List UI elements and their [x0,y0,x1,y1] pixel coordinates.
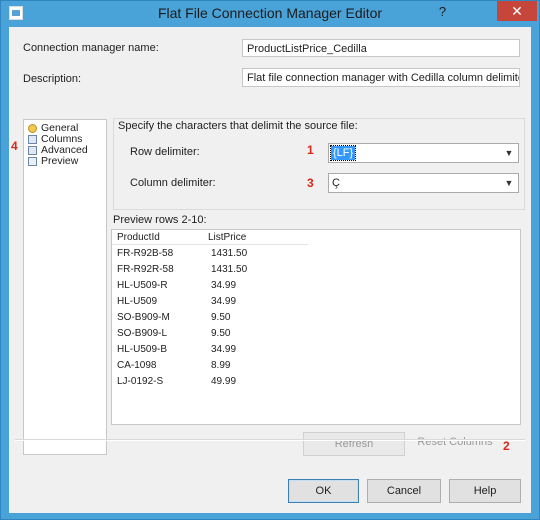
help-title-button[interactable]: ? [429,1,456,21]
nav-panel: General Columns Advanced Preview [23,119,107,455]
product-id-cell: HL-U509 [117,296,158,307]
reset-columns-button[interactable]: Reset Columns [409,430,501,454]
product-id-cell: LJ-0192-S [117,376,164,387]
product-id-cell: CA-1098 [117,360,157,371]
preview-grid[interactable]: ProductId ListPrice FR-R92B-58 1431.50 F… [111,229,521,425]
list-price-cell: 34.99 [211,344,237,355]
close-button[interactable]: ✕ [497,1,537,21]
help-icon: ? [438,3,447,19]
general-icon [28,123,37,133]
delimiter-group [113,118,525,210]
table-row: HL-U509-B 34.99 [112,342,308,358]
list-price-cell: 9.50 [211,328,231,339]
column-delimiter-label: Column delimiter: [130,177,216,189]
window-title: Flat File Connection Manager Editor [157,5,383,21]
column-header: ListPrice [208,232,247,243]
product-id-cell: SO-B909-L [117,328,168,339]
list-price-cell: 34.99 [211,280,237,291]
column-delimiter-value: Ç [332,177,340,189]
description-input[interactable]: Flat file connection manager with Cedill… [242,68,520,87]
list-price-cell: 34.99 [211,296,237,307]
nav-item-preview[interactable]: Preview [28,155,78,167]
table-row: CA-1098 8.99 [112,358,308,374]
list-price-cell: 1431.50 [211,248,248,259]
row-delimiter-select[interactable]: {LF} ▼ [328,143,519,163]
nav-item-label: Preview [41,155,79,167]
annotation-3: 3 [307,176,314,190]
table-row: FR-R92B-58 1431.50 [112,246,308,262]
product-id-cell: HL-U509-R [117,280,168,291]
divider [15,439,525,441]
table-row: SO-B909-L 9.50 [112,326,308,342]
annotation-4: 4 [11,139,18,153]
list-price-cell: 49.99 [211,376,237,387]
column-delimiter-select[interactable]: Ç ▼ [328,173,519,193]
table-row: HL-U509 34.99 [112,294,308,310]
table-row: FR-R92R-58 1431.50 [112,262,308,278]
help-button[interactable]: Help [449,479,521,503]
preview-icon [28,156,37,166]
advanced-icon [28,145,37,155]
product-id-cell: FR-R92B-58 [117,248,174,259]
product-id-cell: SO-B909-M [117,312,170,323]
table-row: LJ-0192-S 49.99 [112,374,308,390]
annotation-1: 1 [307,143,314,157]
connection-name-input[interactable]: ProductListPrice_Cedilla [242,39,520,57]
title-bar[interactable]: Flat File Connection Manager Editor ? ✕ [1,1,539,27]
dialog-client-area: Connection manager name: ProductListPric… [9,27,531,513]
columns-icon [28,134,37,144]
close-icon: ✕ [511,2,523,19]
annotation-2: 2 [503,439,510,453]
column-header: ProductId [117,232,160,243]
list-price-cell: 1431.50 [211,264,248,275]
ok-button[interactable]: OK [288,479,359,503]
connection-name-label: Connection manager name: [23,42,159,54]
chevron-down-icon: ▼ [504,178,514,188]
refresh-button[interactable]: Refresh [303,432,405,456]
grid-header-row: ProductId ListPrice [112,230,308,245]
cancel-button[interactable]: Cancel [367,479,441,503]
description-label: Description: [23,73,82,85]
row-delimiter-value: {LF} [329,145,357,161]
row-delimiter-label: Row delimiter: [130,146,200,158]
dialog-window: Flat File Connection Manager Editor ? ✕ … [0,0,540,520]
table-row: HL-U509-R 34.99 [112,278,308,294]
product-id-cell: HL-U509-B [117,344,168,355]
table-row: SO-B909-M 9.50 [112,310,308,326]
preview-label: Preview rows 2-10: [113,214,207,226]
chevron-down-icon: ▼ [504,148,514,158]
list-price-cell: 8.99 [211,360,231,371]
list-price-cell: 9.50 [211,312,231,323]
product-id-cell: FR-R92R-58 [117,264,174,275]
